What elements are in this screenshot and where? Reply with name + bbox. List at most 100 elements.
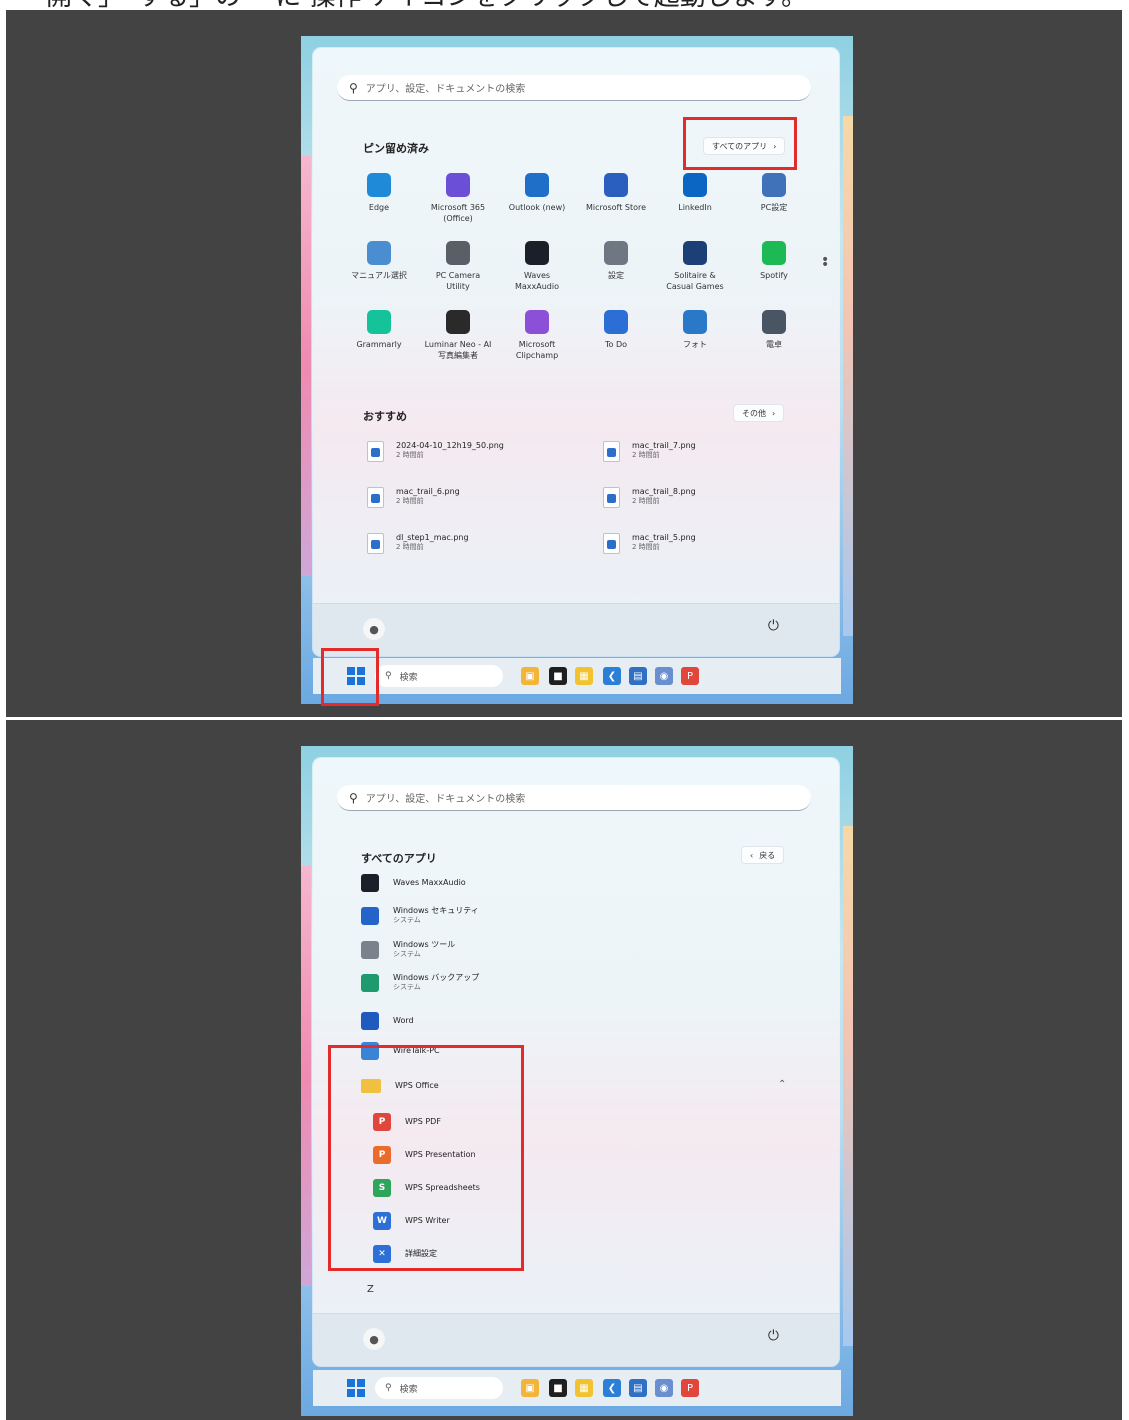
pinned-app[interactable]: Solitaire & Casual Games	[655, 241, 735, 292]
app-list-item[interactable]: Word	[361, 1012, 414, 1030]
search-input[interactable]: ⚲ アプリ、設定、ドキュメントの検索	[337, 75, 811, 101]
notepad-icon[interactable]: ▤	[629, 1379, 647, 1397]
gear-icon	[604, 241, 628, 265]
clipchamp-icon	[525, 310, 549, 334]
app-name: Word	[393, 1016, 414, 1025]
file-name: 2024-04-10_12h19_50.png	[396, 441, 504, 450]
start-button[interactable]	[347, 1379, 365, 1397]
pinned-app-label: PC設定	[760, 203, 788, 212]
user-avatar-icon[interactable]: ●	[363, 618, 385, 640]
app-subtitle: システム	[393, 950, 421, 958]
vscode-icon[interactable]: ❮	[603, 1379, 621, 1397]
app-list-item[interactable]: Windows セキュリティ システム	[361, 906, 479, 925]
search-input[interactable]: ⚲ アプリ、設定、ドキュメントの検索	[337, 785, 811, 811]
start-footer: ● ⏻	[313, 1313, 839, 1366]
more-button[interactable]: その他 ›	[733, 404, 785, 422]
pinned-app[interactable]: LinkedIn	[655, 173, 735, 213]
taskbar: ⚲ 検索 ▣ ■ ▦ ❮ ▤ ◉ P	[313, 1370, 841, 1406]
pinned-app[interactable]: PC Camera Utility	[418, 241, 498, 292]
task-view-icon[interactable]: ■	[549, 667, 567, 685]
power-icon[interactable]: ⏻	[768, 618, 779, 634]
search-icon: ⚲	[385, 671, 392, 681]
file-time: 2 時間前	[396, 451, 424, 459]
file-time: 2 時間前	[632, 543, 660, 551]
pinned-app-label: Spotify	[760, 271, 788, 280]
tools-icon	[361, 940, 379, 959]
chevron-left-icon: ‹	[750, 850, 754, 860]
vscode-icon[interactable]: ❮	[603, 667, 621, 685]
search-icon: ⚲	[349, 80, 358, 95]
pinned-app-label: Solitaire & Casual Games	[666, 271, 724, 291]
wps-pdf-taskbar-icon[interactable]: P	[681, 1379, 699, 1397]
recommended-item[interactable]: mac_trail_5.png 2 時間前	[603, 533, 696, 554]
recommended-title: おすすめ	[363, 410, 407, 423]
pinned-app-label: マニュアル選択	[351, 271, 407, 280]
pinned-app[interactable]: Luminar Neo - AI 写真編集者	[418, 310, 498, 361]
pinned-app[interactable]: フォト	[655, 310, 735, 350]
section-letter[interactable]: Z	[367, 1284, 374, 1295]
manual-icon	[367, 241, 391, 265]
task-view-icon[interactable]: ■	[549, 1379, 567, 1397]
app-list-item[interactable]: Waves MaxxAudio	[361, 874, 466, 892]
pinned-app[interactable]: To Do	[576, 310, 656, 350]
app-list-text: Word	[393, 1016, 414, 1026]
recommended-item[interactable]: 2024-04-10_12h19_50.png 2 時間前	[367, 441, 504, 462]
pinned-app[interactable]: マニュアル選択	[339, 241, 419, 281]
widgets-icon[interactable]: ▣	[521, 1379, 539, 1397]
pinned-app[interactable]: Spotify	[734, 241, 814, 281]
pinned-app[interactable]: PC設定	[734, 173, 814, 213]
recommended-item[interactable]: dl_step1_mac.png 2 時間前	[367, 533, 469, 554]
pinned-app[interactable]: Outlook (new)	[497, 173, 577, 213]
taskbar-search-label: 検索	[399, 672, 418, 683]
file-explorer-icon[interactable]: ▦	[575, 1379, 593, 1397]
notepad-icon[interactable]: ▤	[629, 667, 647, 685]
taskbar: ⚲ 検索 ▣ ■ ▦ ❮ ▤ ◉ P	[313, 658, 841, 694]
power-icon[interactable]: ⏻	[768, 1328, 779, 1344]
recommended-text: 2024-04-10_12h19_50.png 2 時間前	[396, 441, 504, 460]
start-footer: ● ⏻	[313, 603, 839, 656]
app-list-text: Waves MaxxAudio	[393, 878, 466, 888]
file-explorer-icon[interactable]: ▦	[575, 667, 593, 685]
recommended-item[interactable]: mac_trail_7.png 2 時間前	[603, 441, 696, 462]
pinned-app-label: Microsoft 365 (Office)	[430, 203, 486, 223]
store-icon	[604, 173, 628, 197]
back-button[interactable]: ‹ 戻る	[741, 846, 785, 864]
chevron-up-icon[interactable]: ⌃	[778, 1079, 786, 1090]
pinned-app[interactable]: Microsoft Store	[576, 173, 656, 213]
pinned-app-label: Edge	[368, 203, 390, 212]
pinned-app[interactable]: Grammarly	[339, 310, 419, 350]
pinned-app[interactable]: 電卓	[734, 310, 814, 350]
linkedin-icon	[683, 173, 707, 197]
pinned-app[interactable]: Edge	[339, 173, 419, 213]
app-list-text: Windows ツール システム	[393, 940, 455, 959]
widgets-icon[interactable]: ▣	[521, 667, 539, 685]
pinned-app[interactable]: Microsoft Clipchamp	[497, 310, 577, 361]
app-name: Windows バックアップ	[393, 973, 480, 982]
pinned-app[interactable]: 設定	[576, 241, 656, 281]
taskbar-search[interactable]: ⚲ 検索	[375, 1377, 503, 1399]
microsoft365-icon	[446, 173, 470, 197]
highlight-all-apps	[683, 117, 797, 170]
security-taskbar-icon[interactable]: ◉	[655, 1379, 673, 1397]
recommended-item[interactable]: mac_trail_8.png 2 時間前	[603, 487, 696, 508]
app-list-item[interactable]: Windows ツール システム	[361, 940, 455, 959]
recommended-text: mac_trail_7.png 2 時間前	[632, 441, 696, 460]
wps-pdf-taskbar-icon[interactable]: P	[681, 667, 699, 685]
app-subtitle: システム	[393, 983, 421, 991]
security-taskbar-icon[interactable]: ◉	[655, 667, 673, 685]
user-avatar-icon[interactable]: ●	[363, 1328, 385, 1350]
pinned-app-label: LinkedIn	[678, 203, 712, 212]
search-placeholder: アプリ、設定、ドキュメントの検索	[365, 794, 526, 805]
pinned-app[interactable]: Waves MaxxAudio	[497, 241, 577, 292]
page-dots-icon[interactable]: • •	[821, 253, 829, 272]
pinned-app[interactable]: Microsoft 365 (Office)	[418, 173, 498, 224]
image-file-icon	[367, 441, 384, 462]
taskbar-search[interactable]: ⚲ 検索	[375, 665, 503, 687]
photos-icon	[683, 310, 707, 334]
recommended-text: mac_trail_6.png 2 時間前	[396, 487, 460, 506]
app-list-item[interactable]: Windows バックアップ システム	[361, 973, 479, 992]
caption-label: 「開く」「する」の一 に 操作 アイコンをクリックして起動します。	[20, 0, 807, 10]
pinned-app-label: 電卓	[766, 340, 782, 349]
recommended-item[interactable]: mac_trail_6.png 2 時間前	[367, 487, 460, 508]
todo-icon	[604, 310, 628, 334]
